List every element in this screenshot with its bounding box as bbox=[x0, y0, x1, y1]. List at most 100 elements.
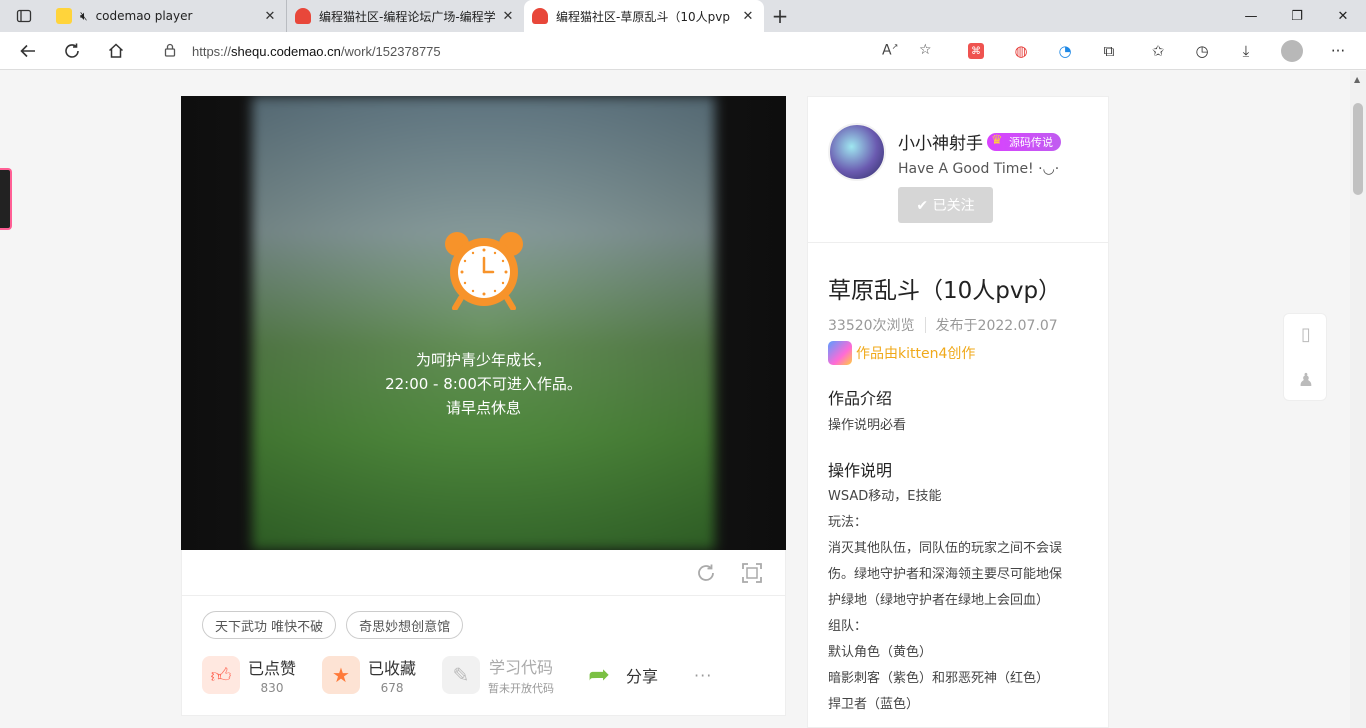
lock-icon[interactable] bbox=[164, 43, 178, 60]
back-arrow-icon bbox=[20, 44, 35, 57]
back-button[interactable] bbox=[6, 32, 50, 70]
url-scheme: https:// bbox=[192, 43, 232, 59]
howto-line: WSAD移动，E技能 bbox=[828, 489, 942, 504]
author-badge: 源码传说 bbox=[987, 132, 1061, 151]
extension-translate-icon[interactable]: ◔ bbox=[1055, 41, 1075, 61]
notice-line: 为呵护青少年成长， bbox=[415, 351, 551, 369]
minimize-icon[interactable]: — bbox=[1228, 0, 1274, 32]
new-tab-button[interactable]: + bbox=[764, 0, 796, 32]
restore-icon[interactable]: ❐ bbox=[1274, 0, 1320, 32]
address-bar[interactable]: https://shequ.codemao.cn/work/152378775 … bbox=[144, 36, 950, 66]
author-card: 小小神射手 源码传说 Have A Good Time! ·◡· ✔ 已关注 bbox=[807, 96, 1109, 243]
read-aloud-icon[interactable]: A↗ bbox=[882, 42, 898, 59]
url-host: shequ.codemao.cn bbox=[231, 43, 341, 59]
learn-code-sub: 暂未开放代码 bbox=[488, 682, 555, 695]
tab-codemao-player[interactable]: 🔇︎ codemao player ✕ bbox=[48, 0, 286, 32]
tab-label: 编程猫社区-编程论坛广场-编程学 bbox=[319, 9, 496, 24]
tab-label: codemao player bbox=[95, 9, 193, 23]
side-floating-widget[interactable] bbox=[0, 168, 12, 230]
profile-avatar-icon[interactable] bbox=[1281, 40, 1303, 62]
tab-label: 编程猫社区-草原乱斗（10人pvp bbox=[556, 9, 730, 24]
followed-button[interactable]: ✔ 已关注 bbox=[898, 187, 993, 223]
howto-line: 捍卫者（蓝色） bbox=[828, 697, 920, 712]
author-motto: Have A Good Time! ·◡· bbox=[898, 161, 1060, 177]
collect-box-icon: ★ bbox=[322, 656, 361, 694]
learn-code-label: 学习代码 bbox=[489, 658, 554, 677]
kitten-logo-icon bbox=[828, 341, 852, 365]
howto-line: 消灭其他队伍，同队伍的玩家之间不会误 bbox=[828, 541, 1063, 556]
like-label: 已点赞 bbox=[248, 659, 297, 678]
muted-speaker-icon[interactable]: 🔇︎ bbox=[80, 9, 88, 24]
favorite-add-icon[interactable]: ☆ bbox=[919, 42, 932, 58]
work-actions-card: 天下武功 唯快不破 奇思妙想创意馆 👍︎ 已点赞 830 ★ 已收藏 678 ✎ 学… bbox=[181, 550, 786, 716]
tag-chip[interactable]: 天下武功 唯快不破 bbox=[202, 611, 337, 639]
work-info-card: 草原乱斗（10人pvp） 33520次浏览 发布于2022.07.07 作品由k… bbox=[807, 243, 1109, 728]
tag-list: 天下武功 唯快不破 奇思妙想创意馆 bbox=[202, 611, 464, 639]
tab-close-icon[interactable]: ✕ bbox=[262, 9, 278, 24]
home-icon bbox=[108, 42, 124, 58]
refresh-button[interactable] bbox=[50, 32, 94, 70]
history-icon[interactable]: ◷ bbox=[1192, 41, 1212, 61]
tab-actions-button[interactable] bbox=[0, 0, 48, 32]
favorites-icon[interactable]: ✩ bbox=[1148, 41, 1168, 61]
extensions-puzzle-icon[interactable]: ⧉ bbox=[1099, 41, 1119, 61]
scroll-up-arrow-icon[interactable]: ▲ bbox=[1354, 75, 1360, 84]
player-shadow-right bbox=[706, 96, 786, 550]
tab-forum[interactable]: 编程猫社区-编程论坛广场-编程学 ✕ bbox=[286, 0, 524, 32]
share-button[interactable]: ➦ 分享 bbox=[580, 656, 658, 694]
codemao-favicon-icon bbox=[532, 8, 548, 24]
curfew-notice: 为呵护青少年成长， 22:00 - 8:00不可进入作品。 请早点休息 bbox=[181, 348, 786, 420]
share-label: 分享 bbox=[626, 667, 659, 686]
howto-text: WSAD移动，E技能 玩法： 消灭其他队伍，同队伍的玩家之间不会误 伤。绿地守护… bbox=[828, 484, 1092, 718]
page-scrollbar[interactable]: ▲ bbox=[1350, 71, 1366, 728]
qq-penguin-icon[interactable]: ♟ bbox=[1296, 370, 1316, 391]
learn-code-button[interactable]: ✎ 学习代码暂未开放代码 bbox=[442, 654, 554, 696]
thumbs-up-icon: 👍︎ bbox=[202, 656, 240, 694]
collect-count: 678 bbox=[380, 681, 404, 695]
share-arrow-icon: ➦ bbox=[588, 660, 610, 690]
meta-divider bbox=[924, 317, 926, 333]
player-shadow-left bbox=[181, 96, 261, 550]
code-scroll-icon: ✎ bbox=[442, 656, 481, 694]
collect-button[interactable]: ★ 已收藏 678 bbox=[322, 655, 416, 695]
howto-line: 默认角色（黄色） bbox=[828, 645, 933, 660]
download-icon[interactable]: ⤓ bbox=[1236, 41, 1256, 61]
home-button[interactable] bbox=[94, 32, 138, 70]
author-avatar[interactable] bbox=[828, 123, 886, 181]
settings-more-icon[interactable]: ··· bbox=[1328, 41, 1348, 61]
window-controls: — ❐ ✕ bbox=[1228, 0, 1366, 32]
howto-heading: 操作说明 bbox=[828, 461, 893, 480]
howto-line: 伤。绿地守护者和深海领主要尽可能地保 bbox=[828, 567, 1063, 582]
extension-ring-icon[interactable]: ◍ bbox=[1011, 41, 1031, 61]
fullscreen-icon[interactable] bbox=[741, 562, 763, 584]
extension-red-icon[interactable]: ⌘ bbox=[968, 43, 984, 59]
notice-line: 22:00 - 8:00不可进入作品。 bbox=[385, 375, 582, 393]
browser-navbar: https://shequ.codemao.cn/work/152378775 … bbox=[0, 32, 1366, 70]
refresh-icon bbox=[65, 43, 79, 58]
creator-tool[interactable]: 作品由kitten4创作 bbox=[828, 341, 975, 365]
tab-close-icon[interactable]: ✕ bbox=[500, 9, 516, 24]
mobile-phone-icon[interactable]: ▯ bbox=[1296, 324, 1316, 345]
creator-text: 作品由kitten4创作 bbox=[856, 346, 976, 362]
url-text[interactable]: https://shequ.codemao.cn/work/152378775 bbox=[192, 44, 441, 59]
tab-actions-icon bbox=[16, 9, 32, 23]
work-meta: 33520次浏览 发布于2022.07.07 bbox=[828, 315, 1058, 335]
close-window-icon[interactable]: ✕ bbox=[1320, 0, 1366, 32]
intro-text: 操作说明必看 bbox=[828, 418, 907, 433]
like-button[interactable]: 👍︎ 已点赞 830 bbox=[202, 655, 296, 695]
tab-work-active[interactable]: 编程猫社区-草原乱斗（10人pvp ✕ bbox=[524, 0, 764, 32]
browser-tabbar: 🔇︎ codemao player ✕ 编程猫社区-编程论坛广场-编程学 ✕ 编… bbox=[0, 0, 1366, 32]
alarm-clock-icon bbox=[445, 232, 523, 310]
work-title: 草原乱斗（10人pvp） bbox=[828, 278, 1062, 304]
howto-line: 玩法： bbox=[828, 515, 868, 530]
game-player[interactable]: 为呵护青少年成长， 22:00 - 8:00不可进入作品。 请早点休息 bbox=[181, 96, 786, 550]
tab-close-icon[interactable]: ✕ bbox=[740, 9, 756, 24]
codemao-favicon-icon bbox=[295, 8, 311, 24]
author-name-row: 小小神射手 源码传说 bbox=[898, 129, 1061, 154]
restart-icon[interactable] bbox=[695, 562, 717, 584]
author-name[interactable]: 小小神射手 bbox=[898, 129, 983, 154]
more-options-icon[interactable]: ··· bbox=[694, 666, 712, 685]
action-row: 👍︎ 已点赞 830 ★ 已收藏 678 ✎ 学习代码暂未开放代码 ➦ 分享 ··· bbox=[202, 654, 712, 696]
scrollbar-thumb[interactable] bbox=[1353, 103, 1363, 195]
tag-chip[interactable]: 奇思妙想创意馆 bbox=[346, 611, 464, 639]
